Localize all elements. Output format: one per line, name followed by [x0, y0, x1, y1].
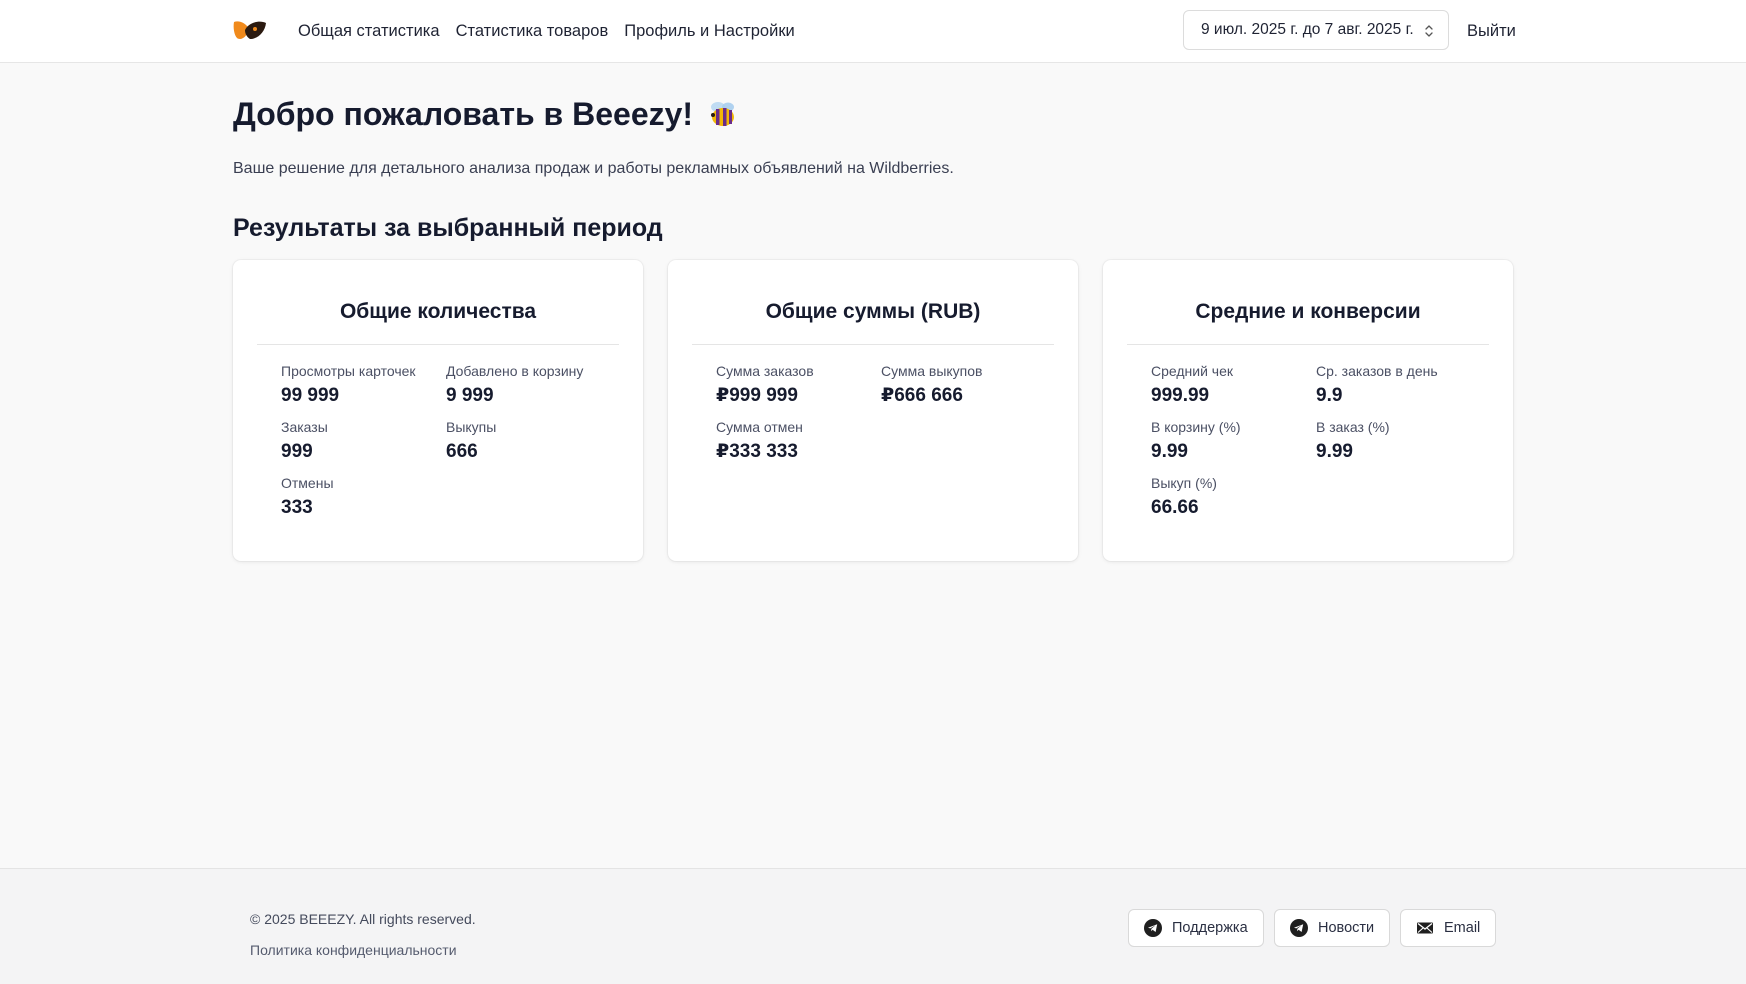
- metric-orders-per-day: Ср. заказов в день 9.9: [1316, 362, 1476, 408]
- copyright-text: © 2025 BEEEZY. All rights reserved.: [250, 911, 476, 927]
- footer: © 2025 BEEEZY. All rights reserved. Поли…: [0, 868, 1746, 984]
- metric-buyout-rate: Выкуп (%) 66.66: [1151, 474, 1311, 520]
- mail-icon: [1417, 922, 1433, 934]
- chevron-up-down-icon: [1425, 25, 1433, 37]
- metric-label: Средний чек: [1151, 363, 1234, 379]
- metric-value: 999.99: [1151, 385, 1210, 406]
- nav-item-general-stats[interactable]: Общая статистика: [298, 20, 440, 42]
- metric-buyouts-sum: Сумма выкупов ₽666 666: [881, 362, 1041, 408]
- metric-added-to-cart: Добавлено в корзину 9 999: [446, 362, 606, 408]
- page-title: Добро пожаловать в Beeezy!: [233, 94, 739, 134]
- metric-value: 999: [281, 441, 313, 462]
- card-title: Общие суммы (RUB): [765, 300, 981, 323]
- main-nav: Общая статистика Статистика товаров Проф…: [298, 20, 795, 42]
- metric-value: 9.99: [1151, 441, 1188, 462]
- nav-item-product-stats[interactable]: Статистика товаров: [456, 20, 609, 42]
- metric-value: ₽999 999: [716, 385, 798, 406]
- beeezy-logo-icon[interactable]: [233, 18, 267, 42]
- metric-orders-sum: Сумма заказов ₽999 999: [716, 362, 876, 408]
- support-button-label: Поддержка: [1172, 920, 1248, 936]
- card-divider: [1127, 344, 1489, 345]
- page-title-text: Добро пожаловать в Beeezy!: [233, 96, 694, 132]
- metric-label: В корзину (%): [1151, 419, 1241, 435]
- support-button[interactable]: Поддержка: [1128, 909, 1264, 947]
- date-range-text: 9 июл. 2025 г. до 7 авг. 2025 г.: [1201, 21, 1414, 38]
- section-title: Результаты за выбранный период: [233, 214, 663, 242]
- date-range-picker[interactable]: 9 июл. 2025 г. до 7 авг. 2025 г.: [1183, 10, 1449, 50]
- metric-order-conversion: В заказ (%) 9.99: [1316, 418, 1476, 464]
- metric-value: 333: [281, 497, 313, 518]
- metric-label: В заказ (%): [1316, 419, 1390, 435]
- metric-value: 666: [446, 441, 478, 462]
- telegram-icon: [1144, 919, 1162, 937]
- metric-label: Добавлено в корзину: [446, 363, 584, 379]
- metric-label: Сумма выкупов: [881, 363, 983, 379]
- top-navbar: Общая статистика Статистика товаров Проф…: [0, 0, 1746, 63]
- metric-value: 9 999: [446, 385, 494, 406]
- metric-orders: Заказы 999: [281, 418, 441, 464]
- metric-average-check: Средний чек 999.99: [1151, 362, 1311, 408]
- bee-icon: [711, 102, 735, 126]
- metric-value: ₽333 333: [716, 441, 798, 462]
- metric-label: Заказы: [281, 419, 328, 435]
- card-averages-conversions: Средние и конверсии Средний чек 999.99 С…: [1103, 260, 1513, 561]
- metric-label: Ср. заказов в день: [1316, 363, 1438, 379]
- privacy-policy-link[interactable]: Политика конфиденциальности: [250, 942, 457, 958]
- card-total-sums: Общие суммы (RUB) Сумма заказов ₽999 999…: [668, 260, 1078, 561]
- metric-label: Просмотры карточек: [281, 363, 416, 379]
- card-divider: [257, 344, 619, 345]
- metric-value: 99 999: [281, 385, 340, 406]
- card-title: Общие количества: [339, 300, 537, 323]
- metric-cancellations: Отмены 333: [281, 474, 441, 520]
- news-button-label: Новости: [1318, 920, 1375, 936]
- metric-value: ₽666 666: [881, 385, 963, 406]
- metric-value: 66.66: [1151, 497, 1199, 518]
- metric-cart-conversion: В корзину (%) 9.99: [1151, 418, 1311, 464]
- metric-buyouts: Выкупы 666: [446, 418, 606, 464]
- metric-cancellations-sum: Сумма отмен ₽333 333: [716, 418, 876, 464]
- page-subtitle: Ваше решение для детального анализа прод…: [233, 160, 954, 177]
- metric-label: Сумма отмен: [716, 419, 803, 435]
- logout-link[interactable]: Выйти: [1467, 20, 1516, 42]
- email-button[interactable]: Email: [1400, 909, 1497, 947]
- metric-card-views: Просмотры карточек 99 999: [281, 362, 441, 408]
- news-button[interactable]: Новости: [1274, 909, 1391, 947]
- metric-value: 9.99: [1316, 441, 1353, 462]
- email-button-label: Email: [1444, 920, 1481, 936]
- card-title: Средние и конверсии: [1195, 300, 1421, 323]
- card-total-counts: Общие количества Просмотры карточек 99 9…: [233, 260, 643, 561]
- metric-label: Выкупы: [446, 419, 497, 435]
- metric-label: Выкуп (%): [1151, 475, 1217, 491]
- telegram-icon: [1290, 919, 1308, 937]
- metric-label: Отмены: [281, 475, 334, 491]
- card-divider: [692, 344, 1054, 345]
- metric-label: Сумма заказов: [716, 363, 814, 379]
- metric-value: 9.9: [1316, 385, 1343, 406]
- nav-item-profile-settings[interactable]: Профиль и Настройки: [624, 20, 795, 42]
